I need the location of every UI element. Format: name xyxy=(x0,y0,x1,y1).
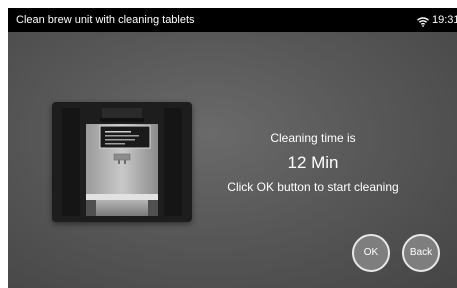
clock: 19:31 xyxy=(432,14,457,26)
coffee-machine-icon xyxy=(62,108,182,216)
screen: Clean brew unit with cleaning tablets 19… xyxy=(8,8,457,288)
status-bar: Clean brew unit with cleaning tablets 19… xyxy=(8,8,457,32)
cleaning-time-label: Cleaning time is xyxy=(270,131,356,145)
status-title: Clean brew unit with cleaning tablets xyxy=(16,14,195,26)
instruction-text: Click OK button to start cleaning xyxy=(227,180,399,194)
back-button[interactable]: Back xyxy=(402,234,440,272)
ok-button[interactable]: OK xyxy=(352,234,390,272)
cleaning-time-value: 12 Min xyxy=(287,153,339,172)
coffee-machine-illustration xyxy=(52,102,192,222)
wifi-icon xyxy=(417,14,429,27)
